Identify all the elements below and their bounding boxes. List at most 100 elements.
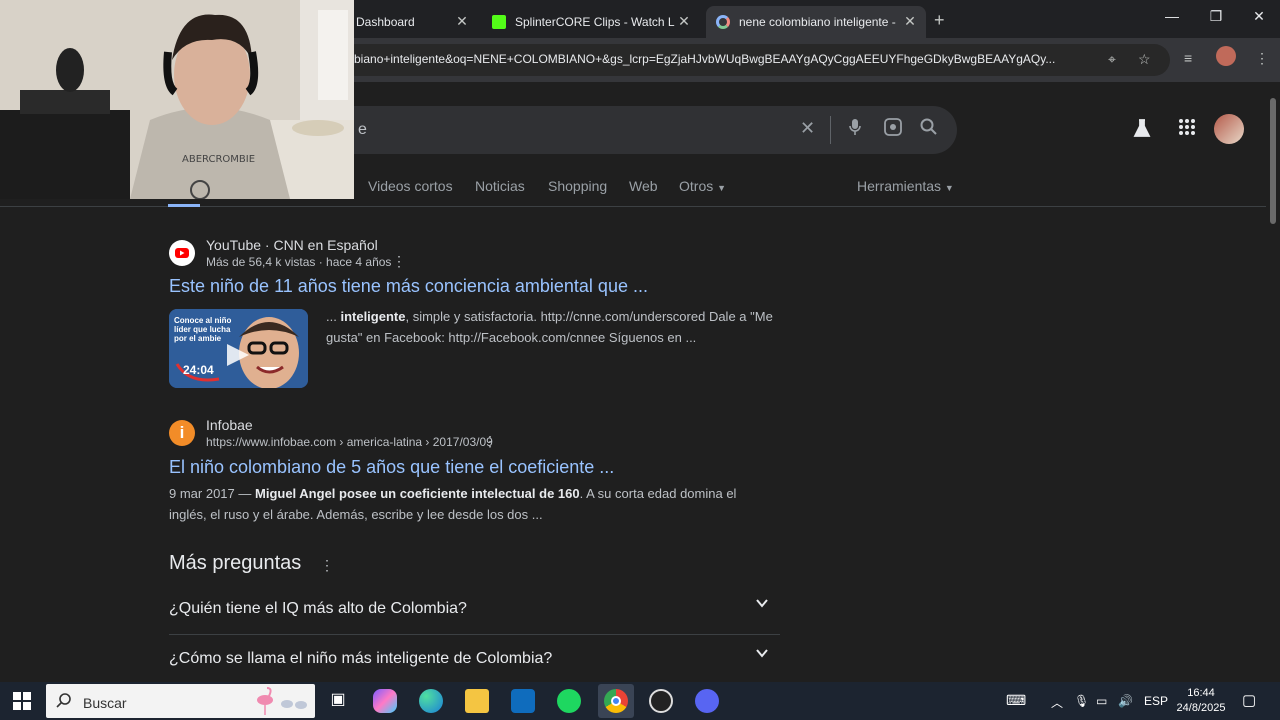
more-options-icon[interactable]: ⋮ — [392, 253, 406, 270]
more-menu-icon[interactable]: ⋮ — [1255, 50, 1269, 67]
taskbar-search[interactable]: Buscar — [46, 684, 315, 718]
close-icon[interactable]: ✕ — [902, 13, 918, 30]
input-language[interactable]: ESP — [1144, 694, 1168, 708]
question-text: ¿Cómo se llama el niño más inteligente d… — [169, 650, 553, 667]
tab-videos-cortos[interactable]: Videos cortos — [368, 178, 453, 194]
copilot-icon[interactable] — [373, 689, 397, 713]
video-thumbnail[interactable]: Conoce al niño líder que lucha por el am… — [169, 309, 308, 388]
flamingo-decoration-icon — [251, 686, 311, 720]
keyboard-icon[interactable]: ⌨ — [1006, 692, 1026, 709]
minimize-button[interactable]: — — [1150, 8, 1194, 24]
taskbar-search-placeholder: Buscar — [83, 695, 127, 711]
search-result: i Infobae https://www.infobae.com › amer… — [169, 417, 789, 530]
clock-date: 24/8/2025 — [1176, 702, 1226, 714]
tab-dashboard[interactable]: Dashboard ✕ — [346, 6, 478, 38]
restore-button[interactable]: ❐ — [1194, 8, 1238, 25]
tab-noticias[interactable]: Noticias — [475, 178, 525, 194]
notifications-icon[interactable]: ▢ — [1242, 691, 1256, 709]
snippet-highlight: inteligente — [340, 309, 406, 324]
microphone-icon[interactable] — [848, 118, 862, 141]
spotify-icon[interactable] — [557, 689, 581, 713]
snippet-text: gusta" en Facebook: http://Facebook.com/… — [326, 330, 697, 345]
result-title-link[interactable]: El niño colombiano de 5 años que tiene e… — [169, 457, 614, 478]
scrollbar-thumb[interactable] — [1270, 98, 1276, 224]
page-scrollbar[interactable] — [1266, 82, 1280, 682]
caret-down-icon: ▼ — [944, 183, 954, 193]
snippet-text: , simple y satisfactoria. http://cnne.co… — [405, 309, 773, 324]
outlook-icon[interactable] — [511, 689, 535, 713]
youtube-icon — [169, 240, 195, 266]
snippet-text: inglés, el ruso y el árabe. Además, escr… — [169, 507, 543, 522]
question-item[interactable]: ¿Quién tiene el IQ más alto de Colombia? — [169, 586, 780, 635]
obs-icon[interactable] — [649, 689, 673, 713]
apps-grid-icon[interactable] — [1178, 118, 1196, 141]
search-result: YouTube · CNN en Español Más de 56,4 k v… — [169, 237, 789, 390]
tab-title: SplinterCORE Clips - Watch Live — [515, 15, 675, 29]
caret-down-icon: ▼ — [717, 183, 727, 193]
url-text[interactable]: biano+inteligente&oq=NENE+COLOMBIANO+&gs… — [354, 52, 1094, 66]
result-source[interactable]: YouTube · CNN en Español — [206, 237, 378, 253]
more-questions-heading: Más preguntas — [169, 552, 302, 574]
active-tab-indicator — [168, 204, 200, 207]
windows-taskbar: Buscar ▣ ⌨ ︿ 🎙 ▭ 🔊 ESP 16:44 24/8/2025 ▢ — [0, 682, 1280, 720]
webcam-overlay: ABERCROMBIE — [0, 0, 354, 199]
search-input[interactable]: e — [358, 121, 367, 139]
windows-start-icon[interactable] — [13, 692, 31, 715]
labs-flask-icon[interactable] — [1132, 118, 1152, 143]
tab-title: Dashboard — [356, 15, 415, 29]
clear-icon[interactable]: ✕ — [800, 118, 815, 139]
close-icon[interactable]: ✕ — [454, 13, 470, 30]
tools-button[interactable]: Herramientas ▼ — [857, 178, 954, 194]
snippet-text: . A su corta edad domina el — [579, 486, 737, 501]
webcam-image: ABERCROMBIE — [0, 0, 354, 199]
tab-web[interactable]: Web — [629, 178, 658, 194]
infobae-icon: i — [169, 420, 195, 446]
file-explorer-icon[interactable] — [465, 689, 489, 713]
tab-shopping[interactable]: Shopping — [548, 178, 607, 194]
result-snippet: ... inteligente, simple y satisfactoria.… — [326, 306, 786, 348]
result-snippet: 9 mar 2017 — Miguel Angel posee un coefi… — [169, 483, 789, 525]
divider — [830, 116, 831, 144]
chevron-up-icon[interactable]: ︿ — [1051, 694, 1063, 711]
window-close-button[interactable]: ✕ — [1237, 8, 1280, 25]
result-url[interactable]: https://www.infobae.com › america-latina… — [206, 435, 493, 449]
google-icon — [716, 15, 730, 29]
chevron-down-icon — [752, 646, 772, 663]
chrome-icon-center — [611, 696, 621, 706]
result-source[interactable]: Infobae — [206, 417, 253, 433]
address-bar[interactable]: biano+inteligente&oq=NENE+COLOMBIANO+&gs… — [340, 44, 1170, 76]
chrome-taskbar-button[interactable] — [598, 684, 634, 718]
account-avatar[interactable] — [1214, 114, 1244, 144]
thumbnail-caption: Conoce al niño líder que lucha por el am… — [174, 316, 232, 343]
search-icon — [56, 692, 72, 713]
search-icon[interactable] — [920, 118, 938, 141]
tab-google-search[interactable]: nene colombiano inteligente - ✕ — [706, 6, 926, 38]
lens-icon[interactable] — [884, 118, 902, 141]
location-icon[interactable]: ⌖ — [1108, 51, 1116, 68]
clock-time: 16:44 — [1187, 687, 1215, 699]
new-tab-button[interactable]: + — [934, 10, 945, 31]
discord-icon[interactable] — [695, 689, 719, 713]
tab-otros[interactable]: Otros ▼ — [679, 178, 726, 194]
question-text: ¿Quién tiene el IQ más alto de Colombia? — [169, 600, 467, 617]
result-title-link[interactable]: Este niño de 11 años tiene más concienci… — [169, 276, 648, 297]
volume-icon[interactable]: 🔊 — [1118, 694, 1133, 708]
more-options-icon[interactable]: ⋮ — [320, 557, 334, 574]
profile-avatar[interactable] — [1216, 46, 1236, 66]
question-item[interactable]: ¿Cómo se llama el niño más inteligente d… — [169, 636, 780, 685]
snippet-highlight: Miguel Angel posee un coeficiente intele… — [255, 486, 580, 501]
bookmark-star-icon[interactable]: ☆ — [1138, 51, 1151, 68]
search-box[interactable]: e ✕ — [300, 106, 957, 154]
media-control-icon[interactable]: ≡ — [1184, 50, 1192, 66]
task-view-icon[interactable]: ▣ — [326, 689, 350, 713]
kick-icon — [492, 15, 506, 29]
system-clock[interactable]: 16:44 24/8/2025 — [1172, 686, 1230, 716]
edge-icon[interactable] — [419, 689, 443, 713]
chevron-down-icon — [752, 596, 772, 613]
tab-splintercore[interactable]: SplinterCORE Clips - Watch Live ✕ — [482, 6, 700, 38]
tab-title: nene colombiano inteligente - — [739, 15, 896, 29]
close-icon[interactable]: ✕ — [676, 13, 692, 30]
network-icon[interactable]: ▭ — [1096, 694, 1107, 708]
microphone-icon[interactable]: 🎙 — [1074, 694, 1089, 708]
more-options-icon[interactable]: ⋮ — [483, 433, 497, 450]
